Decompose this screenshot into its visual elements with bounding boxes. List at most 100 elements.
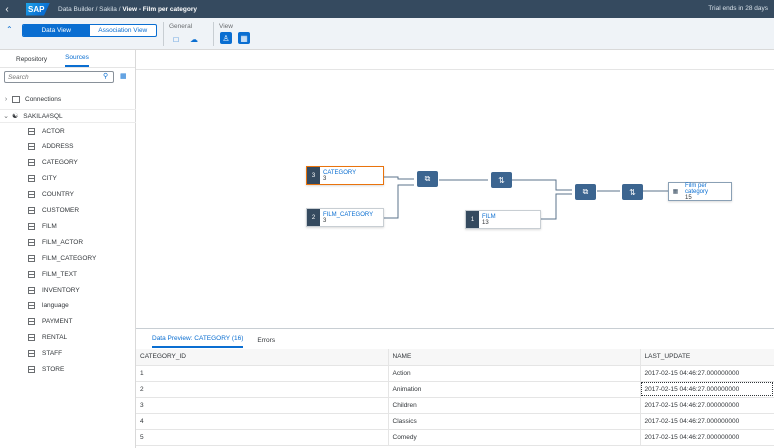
table-row[interactable]: 4 Classics 2017-02-15 04:46:27.000000000 [136, 413, 774, 430]
node-name: Film per category [684, 182, 708, 195]
toolbar: ⌃ Data View Association View General □ ☁… [0, 18, 774, 50]
source-node-category[interactable]: 3 CATEGORY 3 [306, 166, 384, 185]
projection-operator-icon[interactable]: ⇅ [491, 172, 512, 188]
tree-item-label: STORE [42, 366, 65, 373]
source-tabs: Repository Sources [0, 50, 135, 68]
tree-item-table[interactable]: FILM_ACTOR [0, 235, 136, 249]
tab-errors[interactable]: Errors [257, 337, 275, 348]
table-cell[interactable]: 5 [136, 429, 388, 446]
chevron-down-icon[interactable]: ⌄ [0, 112, 12, 120]
column-header-name[interactable]: NAME [387, 349, 640, 366]
tree-item-table[interactable]: COUNTRY [0, 188, 136, 202]
tree-item-label: ACTOR [42, 127, 65, 135]
tree-item-label: STAFF [42, 350, 63, 358]
table-cell[interactable]: Comedy [387, 429, 640, 446]
tree-item-table[interactable]: CITY [0, 172, 136, 186]
sap-logo[interactable]: SAP [26, 2, 50, 16]
table-cell[interactable]: 2017-02-15 04:46:27.000000000 [639, 365, 774, 382]
source-node-film[interactable]: 1 FILM 13 [465, 210, 541, 229]
table-cell[interactable]: 1 [136, 365, 388, 382]
table-cell[interactable]: 2017-02-15 04:46:27.000000000 [639, 381, 774, 398]
diagram-canvas[interactable]: 3 CATEGORY 3 2 FILM_CATEGORY 3 1 FILM 13 ▦ … [136, 50, 774, 328]
node-column-count: 15 [684, 194, 692, 201]
search-icon[interactable]: ⚲ [103, 72, 108, 80]
tree-item-schema[interactable]: ⌄ ☯ SAKILA#SQL [0, 109, 136, 123]
tab-data-preview[interactable]: Data Preview: CATEGORY (16) [152, 335, 244, 348]
output-node-film-per-category[interactable]: ▦ Film per category 15 [668, 182, 732, 201]
node-column-count: 3 [323, 217, 327, 224]
table-cell[interactable]: 2 [136, 381, 388, 398]
node-badge: 2 [307, 209, 320, 226]
tree-item-label: ADDRESS [42, 143, 74, 151]
diagram-view-icon[interactable]: ♙ [220, 32, 232, 44]
table-view-icon[interactable]: ▦ [238, 32, 250, 44]
tree-item-table[interactable]: STORE [0, 363, 136, 377]
table-icon [28, 366, 35, 373]
tree-item-table[interactable]: INVENTORY [0, 283, 136, 297]
deploy-cloud-icon[interactable]: ☁ [188, 33, 200, 45]
table-cell[interactable]: 3 [136, 397, 388, 414]
tree-item-table[interactable]: FILM_TEXT [0, 267, 136, 281]
table-icon [28, 127, 35, 135]
table-body: 1 Action 2017-02-15 04:46:27.000000000 2 Ani… [136, 365, 774, 446]
join-operator-icon[interactable]: ⧉ [417, 171, 438, 187]
table-icon [28, 143, 35, 151]
table-cell[interactable]: Children [387, 397, 640, 414]
source-node-film-category[interactable]: 2 FILM_CATEGORY 3 [306, 208, 384, 227]
table-row[interactable]: 3 Children 2017-02-15 04:46:27.000000000 [136, 397, 774, 414]
table-icon [28, 207, 35, 214]
table-cell[interactable]: Classics [387, 413, 640, 430]
table-icon [28, 222, 35, 230]
tree-item-table[interactable]: ADDRESS [0, 140, 136, 154]
tree-item-table[interactable]: CATEGORY [0, 156, 136, 170]
tree-item-table[interactable]: ACTOR [0, 124, 136, 138]
column-header-category-id[interactable]: CATEGORY_ID [136, 349, 388, 366]
back-icon[interactable]: ‹ [0, 0, 14, 18]
breadcrumb-path[interactable]: Data Builder / Sakila / [58, 6, 122, 13]
projection-operator-icon[interactable]: ⇅ [622, 184, 643, 200]
chevron-right-icon[interactable]: › [0, 96, 12, 103]
tree-item-label: CUSTOMER [42, 207, 80, 214]
tree-item-table[interactable]: CUSTOMER [0, 204, 136, 218]
tab-repository[interactable]: Repository [16, 56, 47, 67]
tree-item-table[interactable]: PAYMENT [0, 315, 136, 329]
tree-item-label: INVENTORY [42, 286, 80, 294]
table-cell[interactable]: 2017-02-15 04:46:27.000000000 [639, 429, 774, 446]
search-input[interactable] [4, 71, 114, 83]
tree-item-table[interactable]: FILM_CATEGORY [0, 251, 136, 265]
join-operator-icon[interactable]: ⧉ [575, 184, 596, 200]
column-header-last-update[interactable]: LAST_UPDATE [639, 349, 774, 366]
tree-item-table[interactable]: RENTAL [0, 331, 136, 345]
table-row[interactable]: 1 Action 2017-02-15 04:46:27.000000000 [136, 365, 774, 382]
table-cell[interactable]: 4 [136, 413, 388, 430]
table-cell[interactable]: Animation [387, 381, 640, 398]
collapse-chevron-icon[interactable]: ⌃ [6, 25, 13, 34]
association-view-button[interactable]: Association View [90, 25, 157, 36]
table-cell[interactable]: 2017-02-15 04:46:27.000000000 [639, 397, 774, 414]
tree-item-table[interactable]: language [0, 299, 136, 313]
table-icon [28, 334, 35, 342]
table-header-row: CATEGORY_ID NAME LAST_UPDATE [136, 349, 774, 366]
search-row: ⚲ ▦ [0, 68, 135, 86]
shell-bar: ‹ SAP Data Builder / Sakila / View - Fil… [0, 0, 774, 18]
database-icon: ☯ [12, 113, 19, 120]
table-cell[interactable]: Action [387, 365, 640, 382]
tree-item-label: FILM_ACTOR [42, 238, 84, 246]
node-column-count: 3 [323, 175, 327, 182]
grid-layout-icon[interactable]: ▦ [120, 72, 127, 80]
table-icon [28, 350, 35, 358]
table-cell[interactable]: 2017-02-15 04:46:27.000000000 [639, 413, 774, 430]
tree-item-label: CATEGORY [42, 159, 78, 167]
tree-item-table[interactable]: FILM [0, 219, 136, 233]
tab-sources[interactable]: Sources [65, 54, 89, 67]
table-row[interactable]: 5 Comedy 2017-02-15 04:46:27.000000000 [136, 429, 774, 446]
view-switch: Data View Association View [22, 24, 157, 37]
save-icon[interactable]: □ [170, 33, 182, 45]
tree-item-table[interactable]: STAFF [0, 347, 136, 361]
node-badge: 1 [466, 211, 479, 228]
tree-item-connections[interactable]: › Connections [0, 92, 136, 106]
data-view-button[interactable]: Data View [23, 25, 90, 36]
toolbar-divider [213, 22, 214, 46]
table-row[interactable]: 2 Animation 2017-02-15 04:46:27.000000000 [136, 381, 774, 398]
general-group-label: General [169, 23, 193, 30]
